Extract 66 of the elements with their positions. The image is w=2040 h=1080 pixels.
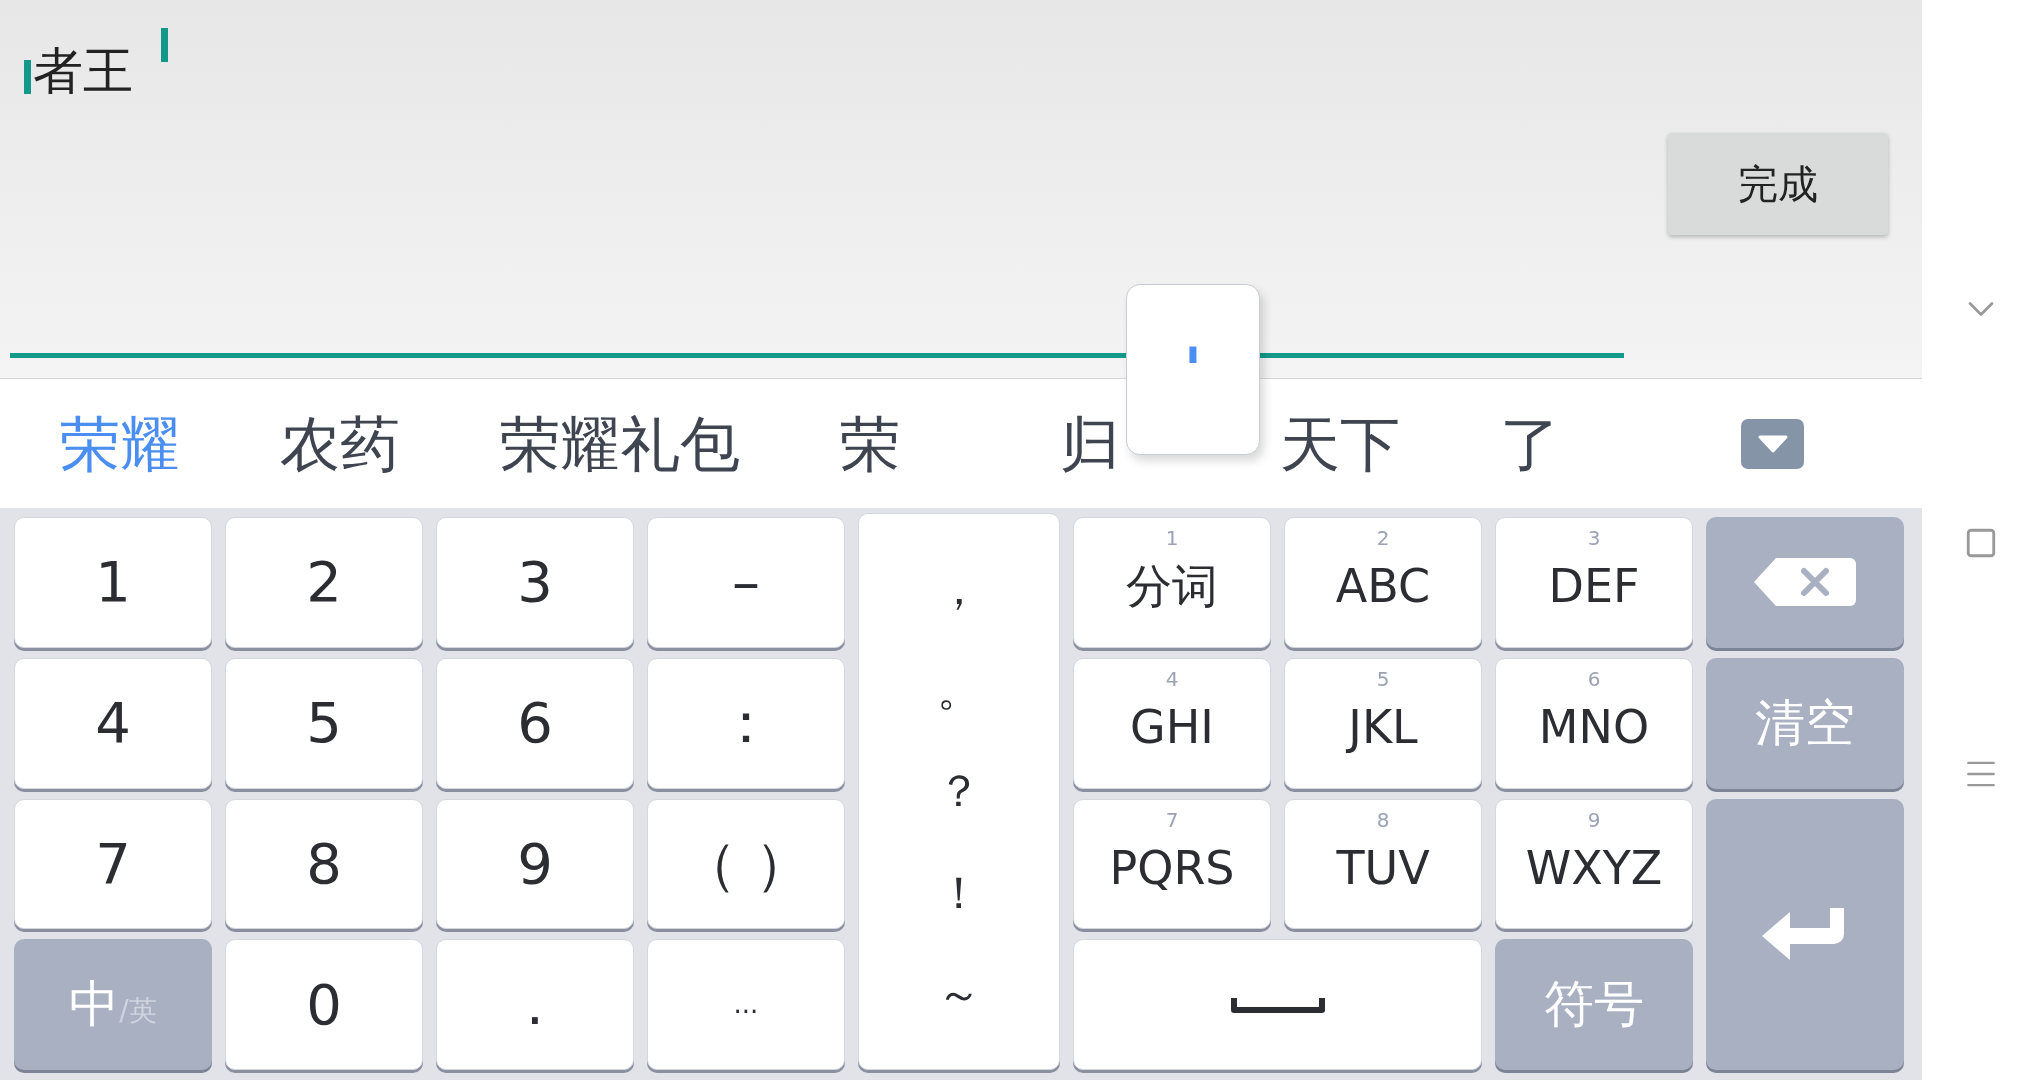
key-label: TUV [1336,839,1430,897]
ellipsis-key[interactable]: ... [647,939,845,1070]
key-label: JKL [1348,698,1418,756]
backspace-icon [1752,556,1858,609]
letter-key[interactable]: 3 DEF [1495,517,1693,648]
candidate-word[interactable]: 荣 [840,398,960,489]
number-key[interactable]: 8 [225,798,423,930]
caret-down-icon [1757,434,1788,453]
letter-key[interactable]: 5 JKL [1284,657,1482,789]
number-key[interactable]: ： [647,657,845,789]
key-number: 9 [1587,807,1601,832]
letter-key[interactable]: 6 MNO [1495,657,1693,789]
enter-key[interactable] [1706,798,1904,1070]
letter-key[interactable]: 7 PQRS [1073,798,1271,930]
key-number: 5 [1376,666,1390,691]
key-label: PQRS [1109,839,1235,897]
letter-key[interactable]: 2 ABC [1284,517,1482,648]
number-key[interactable]: . [436,939,634,1070]
number-key[interactable]: 3 [436,517,634,648]
letter-key[interactable]: 8 TUV [1284,798,1482,930]
key-label: WXYZ [1525,839,1663,897]
text-cursor [161,28,168,62]
number-key[interactable]: 7 [14,798,212,930]
number-key[interactable]: （ ） [647,798,845,930]
key-label: ABC [1335,558,1431,615]
key-number: 7 [1165,807,1179,832]
key-label: DEF [1548,558,1640,615]
candidate-word[interactable]: 了 [1500,398,1620,489]
letter-key[interactable]: 9 WXYZ [1495,798,1693,930]
key-number: 4 [1165,666,1179,691]
input-text: 者王 [33,41,133,102]
number-key[interactable]: 6 [436,657,634,789]
key-number: 6 [1587,666,1601,691]
key-label: MNO [1538,698,1650,756]
done-button[interactable]: 完成 [1668,133,1888,235]
key-number: 3 [1587,526,1601,550]
letter-key[interactable]: 4 GHI [1073,657,1271,789]
square-icon[interactable] [1964,526,1998,560]
space-bar-icon [1230,995,1325,1014]
number-key[interactable]: 1 [14,517,212,648]
key-number: 1 [1165,526,1179,550]
key-label: GHI [1130,698,1214,756]
punctuation-key[interactable]: ！ [859,870,1059,915]
number-key[interactable]: 0 [225,939,423,1070]
punctuation-key[interactable]: ， [859,566,1059,611]
key-number: 2 [1376,526,1390,550]
candidate-word[interactable]: 归 [1060,398,1180,489]
number-key[interactable]: 5 [225,657,423,789]
number-key[interactable]: – [647,517,845,648]
number-key[interactable]: 4 [14,657,212,789]
expand-candidates-button[interactable] [1741,418,1804,469]
punctuation-key[interactable]: ～ [859,972,1059,1017]
punctuation-key[interactable]: 。 [859,668,1059,713]
key-number: 8 [1376,807,1390,832]
space-key[interactable] [1073,939,1482,1070]
number-key[interactable]: 9 [436,798,634,930]
candidate-word[interactable]: 天下 [1280,398,1400,489]
number-key[interactable]: 2 [225,517,423,648]
key-label: 分词 [1126,558,1218,615]
candidate-word[interactable]: 荣耀礼包 [500,398,740,489]
backspace-key[interactable] [1706,517,1904,648]
language-primary: 中 [69,974,120,1036]
letter-key[interactable]: 1 分词 [1073,517,1271,648]
text-cursor [24,60,31,94]
candidate-word[interactable]: 农药 [280,398,400,489]
punctuation-key[interactable]: ？ [859,769,1059,814]
